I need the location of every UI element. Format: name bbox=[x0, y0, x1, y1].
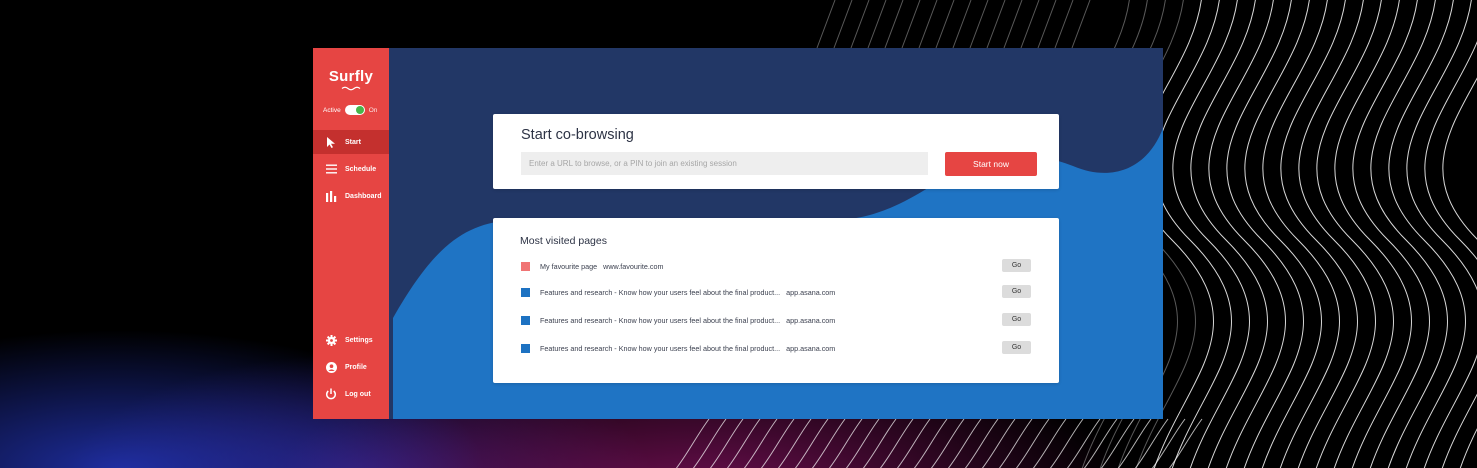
gear-icon bbox=[325, 334, 337, 346]
sidebar-item-logout[interactable]: Log out bbox=[313, 382, 389, 406]
background-wave-line bbox=[709, 418, 744, 468]
background-wave-line bbox=[845, 418, 880, 468]
page-title: Features and research - Know how your us… bbox=[540, 287, 781, 297]
sidebar-item-dashboard[interactable]: Dashboard bbox=[313, 184, 389, 208]
logo[interactable]: Surfly bbox=[313, 68, 389, 85]
power-icon bbox=[325, 388, 337, 400]
background-wave-line bbox=[1032, 418, 1067, 468]
color-swatch bbox=[521, 343, 530, 353]
card-title: Start co-browsing bbox=[521, 127, 634, 143]
list-item: Features and research - Know how your us… bbox=[521, 341, 1031, 355]
background-wave-line bbox=[1049, 418, 1084, 468]
background-wave-line bbox=[1071, 0, 1091, 49]
background-wave-line bbox=[1168, 418, 1203, 468]
background-wave-line bbox=[884, 0, 904, 49]
page-url: app.asana.com bbox=[786, 315, 836, 325]
background-wave-line bbox=[1442, 77, 1477, 468]
bar-chart-icon bbox=[325, 190, 337, 202]
background-wave-line bbox=[964, 418, 999, 468]
list-item: Features and research - Know how your us… bbox=[521, 285, 1031, 299]
background-wave-line bbox=[726, 418, 761, 468]
background-wave-line bbox=[867, 0, 887, 49]
sidebar-item-label: Dashboard bbox=[345, 192, 382, 200]
page-title: Features and research - Know how your us… bbox=[540, 343, 781, 353]
user-icon bbox=[325, 361, 337, 373]
background-wave-line bbox=[1100, 418, 1135, 468]
toggle-knob bbox=[355, 106, 364, 114]
sidebar-item-label: Start bbox=[345, 138, 361, 146]
go-button[interactable]: Go bbox=[1002, 285, 1031, 298]
go-button[interactable]: Go bbox=[1002, 259, 1031, 272]
background-wave-line bbox=[862, 418, 897, 468]
background-wave-line bbox=[811, 418, 846, 468]
list-item: My favourite page www.favourite.com Go bbox=[521, 259, 1031, 273]
logo-wave-icon bbox=[341, 86, 361, 91]
active-status-row: Active On bbox=[323, 104, 377, 116]
color-swatch bbox=[521, 315, 530, 325]
start-cobrowsing-card: Start co-browsing Start now bbox=[493, 114, 1059, 189]
page-title: My favourite page bbox=[540, 261, 598, 271]
background-wave-line bbox=[833, 0, 853, 49]
sidebar: Surfly Active On Start Schedule Dashboar… bbox=[313, 48, 389, 419]
background-wave-line bbox=[1015, 418, 1050, 468]
active-label: Active bbox=[323, 106, 341, 114]
sidebar-item-label: Log out bbox=[345, 390, 371, 398]
background-wave-line bbox=[850, 0, 870, 49]
background-wave-line bbox=[896, 418, 931, 468]
background-wave-line bbox=[981, 418, 1016, 468]
background-wave-line bbox=[816, 0, 836, 49]
sidebar-item-profile[interactable]: Profile bbox=[313, 355, 389, 379]
background-wave-line bbox=[998, 418, 1033, 468]
color-swatch bbox=[521, 287, 530, 297]
toggle-state-label: On bbox=[368, 106, 378, 114]
active-toggle[interactable] bbox=[344, 105, 365, 115]
background-wave-line bbox=[675, 418, 710, 468]
background-wave-line bbox=[913, 418, 948, 468]
background-wave-line bbox=[1037, 0, 1057, 49]
background-wave-line bbox=[901, 0, 921, 49]
background-wave-line bbox=[777, 418, 812, 468]
sidebar-item-label: Profile bbox=[345, 363, 367, 371]
app-window: Surfly Active On Start Schedule Dashboar… bbox=[313, 48, 1163, 419]
background-wave-line bbox=[969, 0, 989, 49]
background-wave-line bbox=[692, 418, 727, 468]
background-wave-line bbox=[743, 418, 778, 468]
list-icon bbox=[325, 163, 337, 175]
list-item: Features and research - Know how your us… bbox=[521, 313, 1031, 327]
background-wave-line bbox=[794, 418, 829, 468]
page-url: app.asana.com bbox=[786, 287, 836, 297]
background-wave-line bbox=[935, 0, 955, 49]
background-wave-line bbox=[828, 418, 863, 468]
most-visited-card: Most visited pages My favourite page www… bbox=[493, 218, 1059, 383]
background-wave-line bbox=[1406, 0, 1477, 468]
background-wave-line bbox=[1066, 418, 1101, 468]
background-wave-line bbox=[1151, 418, 1186, 468]
go-button[interactable]: Go bbox=[1002, 313, 1031, 326]
start-now-button[interactable]: Start now bbox=[945, 152, 1037, 176]
sidebar-item-label: Settings bbox=[345, 336, 373, 344]
sidebar-item-schedule[interactable]: Schedule bbox=[313, 157, 389, 181]
page-url: www.favourite.com bbox=[603, 261, 664, 271]
background-wave-line bbox=[986, 0, 1006, 49]
background-wave-line bbox=[879, 418, 914, 468]
background-wave-line bbox=[1003, 0, 1023, 49]
go-button[interactable]: Go bbox=[1002, 341, 1031, 354]
background-wave-line bbox=[760, 418, 795, 468]
background-wave-line bbox=[1424, 40, 1477, 468]
background-wave-line bbox=[930, 418, 965, 468]
background-wave-line bbox=[918, 0, 938, 49]
background-wave-line bbox=[947, 418, 982, 468]
sidebar-item-label: Schedule bbox=[345, 165, 377, 173]
background-wave-line bbox=[1020, 0, 1040, 49]
cursor-icon bbox=[325, 136, 337, 148]
background-wave-line bbox=[1054, 0, 1074, 49]
sidebar-item-start[interactable]: Start bbox=[313, 130, 389, 154]
page-title: Features and research - Know how your us… bbox=[540, 315, 781, 325]
page-url: app.asana.com bbox=[786, 343, 836, 353]
card-title: Most visited pages bbox=[520, 235, 607, 247]
color-swatch bbox=[521, 261, 530, 271]
sidebar-item-settings[interactable]: Settings bbox=[313, 328, 389, 352]
background-wave-line bbox=[952, 0, 972, 49]
url-input[interactable] bbox=[521, 152, 928, 175]
